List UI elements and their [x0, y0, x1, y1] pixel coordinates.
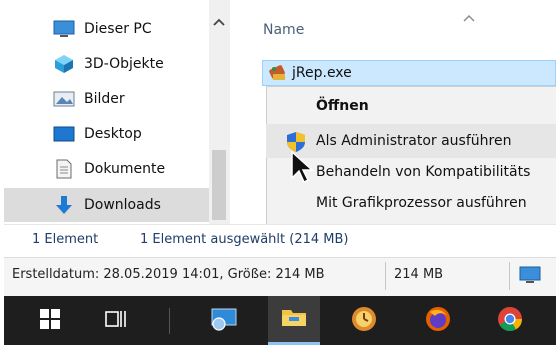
- nav-item-label: 3D-Objekte: [84, 56, 164, 72]
- details-divider: [509, 262, 510, 290]
- monitor-search-icon: [210, 306, 238, 336]
- menu-item-label: Öffnen: [316, 98, 369, 114]
- windows-logo-icon: [40, 308, 60, 333]
- file-name: jRep.exe: [292, 65, 352, 81]
- computer-icon: [52, 19, 76, 39]
- taskbar-separator: [169, 308, 170, 334]
- taskbar-app-network[interactable]: [200, 296, 248, 345]
- column-header-name[interactable]: Name: [263, 22, 304, 38]
- pictures-icon: [52, 89, 76, 109]
- status-item-count: 1 Element: [32, 232, 99, 247]
- nav-item-downloads[interactable]: Downloads: [4, 188, 230, 222]
- status-selection: 1 Element ausgewählt (214 MB): [140, 232, 349, 247]
- taskbar-app-file-explorer[interactable]: [268, 296, 320, 345]
- firefox-icon: [425, 306, 451, 336]
- sort-chevron-icon: [462, 8, 476, 22]
- nav-item-label: Desktop: [84, 126, 142, 142]
- nav-item-dieser-pc[interactable]: Dieser PC: [52, 12, 212, 46]
- nav-item-dokumente[interactable]: Dokumente: [52, 152, 212, 186]
- menu-item-label: Als Administrator ausführen: [316, 133, 512, 149]
- details-size: 214 MB: [394, 267, 444, 282]
- taskbar-app-clock[interactable]: [340, 296, 388, 345]
- menu-item-gpu-run[interactable]: Mit Grafikprozessor ausführen: [266, 186, 556, 220]
- nav-item-3d-objekte[interactable]: 3D-Objekte: [52, 47, 212, 81]
- document-icon: [52, 159, 76, 179]
- nav-scrollbar-thumb[interactable]: [212, 150, 226, 220]
- nav-item-label: Bilder: [84, 91, 125, 107]
- cube-3d-icon: [52, 54, 76, 74]
- desktop-icon: [52, 124, 76, 144]
- nav-item-label: Dieser PC: [84, 21, 152, 37]
- computer-icon: [519, 264, 541, 286]
- screenshot: Dieser PC 3D-Objekte Bilder Desktop Doku…: [4, 0, 556, 345]
- nav-item-label: Downloads: [84, 197, 161, 213]
- menu-item-label: Behandeln von Kompatibilitäts: [316, 164, 531, 180]
- taskbar-app-chrome[interactable]: [486, 296, 534, 345]
- folder-icon: [281, 306, 307, 332]
- chrome-icon: [497, 306, 523, 336]
- details-divider: [385, 262, 386, 290]
- details-info: Erstelldatum: 28.05.2019 14:01, Größe: 2…: [12, 267, 325, 282]
- nav-item-label: Dokumente: [84, 161, 166, 177]
- menu-item-oeffnen[interactable]: Öffnen: [266, 89, 556, 123]
- mouse-cursor-icon: [290, 150, 314, 184]
- menu-item-label: Mit Grafikprozessor ausführen: [316, 195, 527, 211]
- clock-app-icon: [351, 306, 377, 336]
- nav-item-bilder[interactable]: Bilder: [52, 82, 212, 116]
- task-view-button[interactable]: [92, 296, 140, 345]
- task-view-icon: [105, 309, 127, 333]
- chevron-up-icon[interactable]: [212, 14, 226, 28]
- start-button[interactable]: [26, 296, 74, 345]
- nav-item-desktop[interactable]: Desktop: [52, 117, 212, 151]
- exe-app-icon: [268, 63, 288, 83]
- taskbar-app-firefox[interactable]: [414, 296, 462, 345]
- download-arrow-icon: [52, 195, 76, 215]
